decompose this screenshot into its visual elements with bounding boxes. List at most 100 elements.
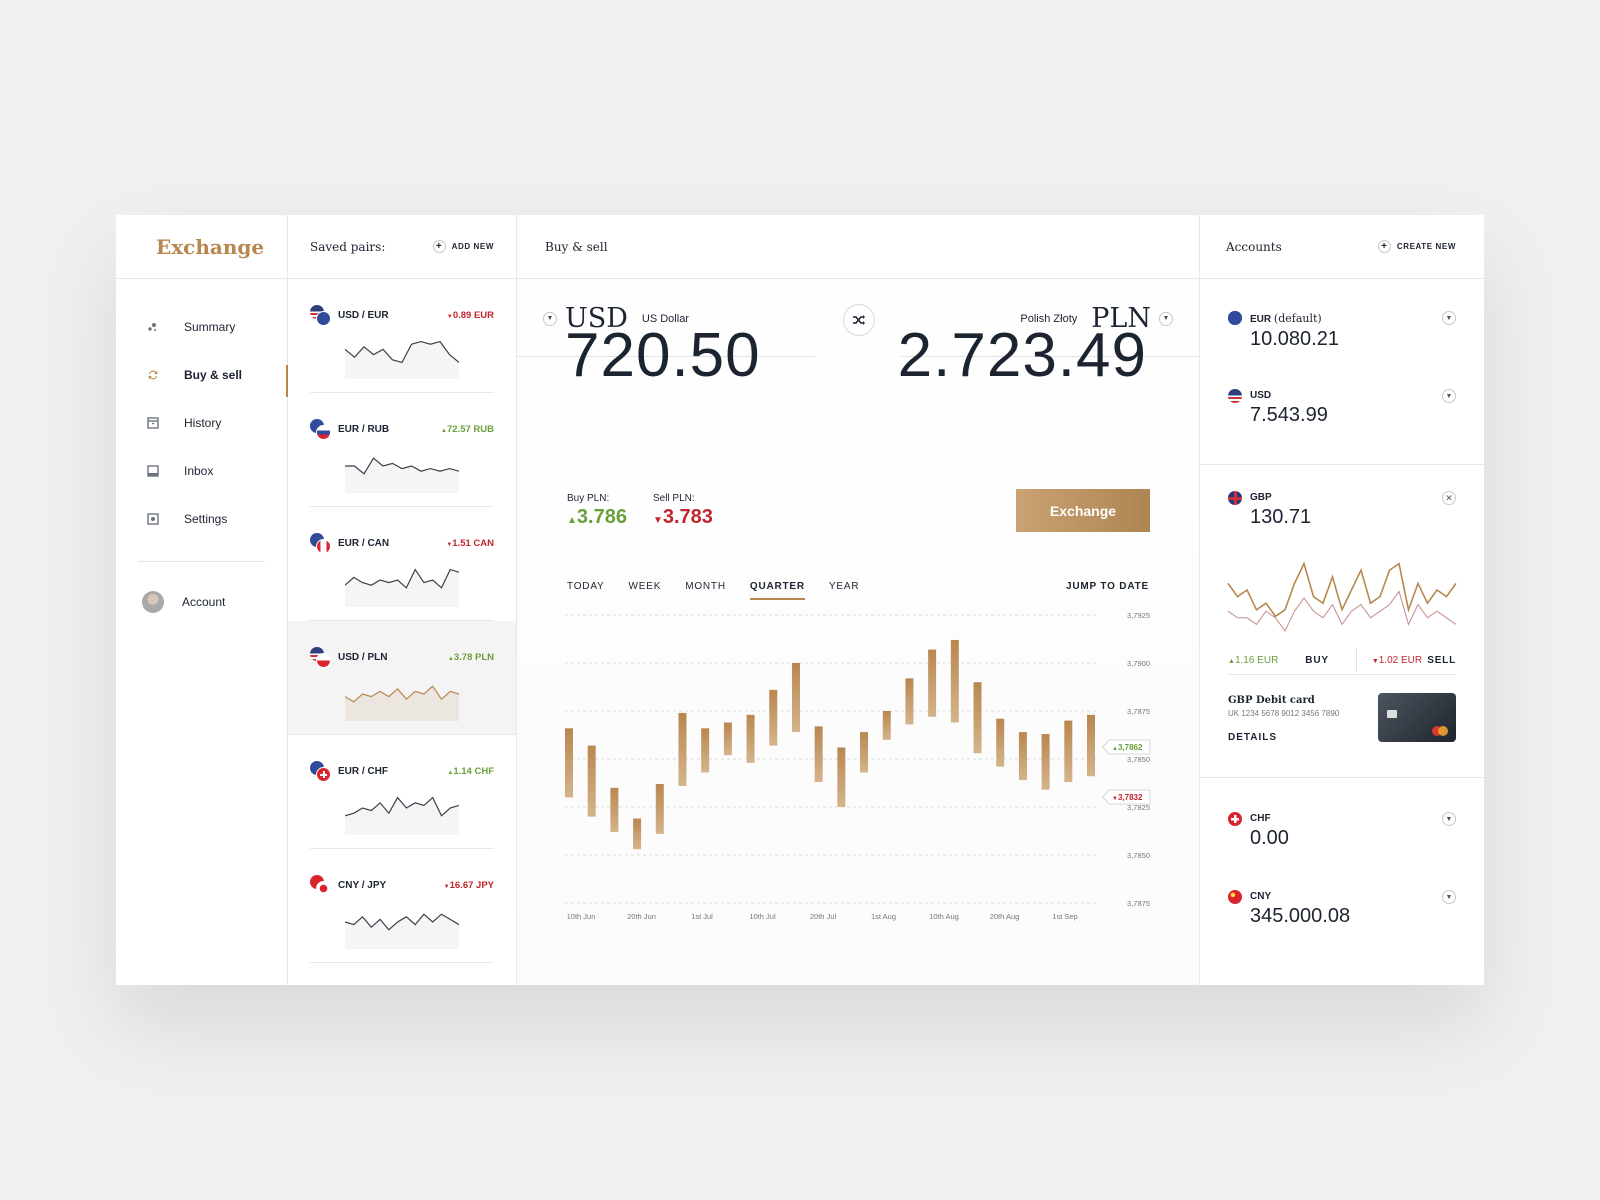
- rate-marker-down: ▼3,7832: [1102, 789, 1151, 805]
- pair-name: EUR / RUB: [310, 419, 389, 440]
- buy-rate-label: Buy PLN:: [567, 493, 610, 504]
- saved-pairs-title: Saved pairs:: [310, 239, 386, 254]
- nav-item-buy-sell[interactable]: Buy & sell: [116, 351, 288, 399]
- chart-bar[interactable]: [565, 728, 573, 798]
- chart-bar[interactable]: [882, 711, 891, 740]
- swap-currencies-button[interactable]: [843, 304, 875, 336]
- saved-pair-item[interactable]: EUR / CAN ▼1.51 CAN: [288, 507, 516, 621]
- chart-bar[interactable]: [587, 745, 596, 817]
- chevron-down-icon[interactable]: ▼: [1442, 890, 1456, 904]
- settings-icon: [146, 512, 160, 526]
- pair-name: USD / PLN: [310, 647, 388, 668]
- account-item-cny[interactable]: CNY 345.000.08 ▼: [1200, 890, 1484, 968]
- account-item-gbp[interactable]: GBP 130.71 ✕: [1200, 491, 1484, 545]
- account-group: CHF 0.00 ▼ CNY 345.000.08 ▼: [1200, 778, 1484, 968]
- chart-bar[interactable]: [928, 649, 937, 717]
- eu-flag-icon: [316, 311, 331, 326]
- panel-title: Buy & sell: [545, 239, 608, 254]
- close-icon[interactable]: ✕: [1442, 491, 1456, 505]
- chevron-down-icon[interactable]: ▼: [1442, 311, 1456, 325]
- chart-bar[interactable]: [905, 678, 914, 725]
- chart-bar[interactable]: [1041, 734, 1050, 790]
- saved-pair-item[interactable]: EUR / CHF ▲1.14 CHF: [288, 735, 516, 849]
- account-item-chf[interactable]: CHF 0.00 ▼: [1200, 812, 1484, 890]
- nav-divider: [138, 561, 265, 562]
- pair-sparkline: [345, 568, 459, 607]
- tab-year[interactable]: YEAR: [829, 581, 859, 600]
- tab-quarter[interactable]: QUARTER: [749, 581, 805, 600]
- chart-bar[interactable]: [837, 747, 846, 807]
- nav-item-inbox[interactable]: Inbox: [116, 447, 287, 495]
- nav-item-summary[interactable]: Summary: [116, 303, 287, 351]
- chevron-down-icon[interactable]: ▼: [1442, 812, 1456, 826]
- gbp-line-primary: [1227, 561, 1457, 618]
- saved-pair-item[interactable]: CNY / JPY ▼16.67 JPY: [288, 849, 516, 963]
- chart-bar[interactable]: [950, 639, 959, 723]
- accounts-title: Accounts: [1226, 239, 1282, 254]
- gbp-buy-button[interactable]: BUY: [1305, 655, 1329, 666]
- mastercard-icon: [1432, 726, 1448, 736]
- swiss-flag-icon: [1228, 812, 1242, 826]
- y-tick-label: 3,7875: [1127, 707, 1150, 716]
- account-item-usd[interactable]: USD 7.543.99 ▼: [1200, 389, 1484, 467]
- pair-sparkline: [345, 685, 459, 721]
- from-amount-input[interactable]: 720.50: [565, 320, 761, 391]
- pair-change: ▼16.67 JPY: [443, 879, 494, 891]
- to-amount-input[interactable]: 2.723.49: [898, 320, 1147, 391]
- account-item-eur[interactable]: EUR (default) 10.080.21 ▼: [1200, 311, 1484, 389]
- russia-flag-icon: [316, 425, 331, 440]
- nav-label: Settings: [184, 512, 228, 526]
- chevron-down-icon[interactable]: ▼: [1442, 389, 1456, 403]
- chart-bar[interactable]: [791, 663, 800, 733]
- pair-change: ▼1.51 CAN: [446, 537, 494, 549]
- add-new-pair-button[interactable]: + ADD NEW: [432, 240, 494, 253]
- saved-pair-item[interactable]: USD / EUR ▼0.89 EUR: [288, 279, 516, 393]
- y-tick-label: 3,7900: [1127, 659, 1150, 668]
- nav-item-settings[interactable]: Settings: [116, 495, 287, 543]
- chart-bar[interactable]: [633, 818, 642, 850]
- pair-flags: [310, 761, 332, 782]
- chart-bar[interactable]: [1087, 714, 1095, 777]
- jump-to-date-button[interactable]: JUMP TO DATE: [1066, 581, 1149, 592]
- chart-bar[interactable]: [1018, 732, 1027, 781]
- tab-week[interactable]: WEEK: [629, 581, 662, 600]
- chart-bar[interactable]: [860, 732, 869, 773]
- buy-rate: Buy PLN: ▲3.786: [567, 493, 627, 529]
- nav-label: Account: [182, 595, 226, 609]
- account-group: EUR (default) 10.080.21 ▼ USD 7.543.99 ▼: [1200, 279, 1484, 465]
- exchange-button[interactable]: Exchange: [1016, 489, 1150, 532]
- chart-bar[interactable]: [996, 718, 1005, 767]
- chart-bar[interactable]: [610, 787, 619, 832]
- rate-chart: 3,79253,79003,78753,78503,78253,78503,78…: [565, 611, 1151, 921]
- y-tick-label: 3,7875: [1127, 899, 1150, 908]
- x-tick-label: 1st Jul: [691, 912, 713, 921]
- saved-pair-item[interactable]: EUR / RUB ▲72.57 RUB: [288, 393, 516, 507]
- pair-change: ▼0.89 EUR: [446, 309, 494, 321]
- tab-month[interactable]: MONTH: [685, 581, 726, 600]
- nav-item-account[interactable]: Account: [116, 578, 287, 626]
- saved-pair-item[interactable]: USD / PLN ▲3.78 PLN: [288, 621, 516, 735]
- gbp-sell-button[interactable]: SELL: [1427, 655, 1456, 666]
- y-tick-label: 3,7850: [1127, 755, 1150, 764]
- sell-rate: Sell PLN: ▼3.783: [653, 493, 713, 529]
- pair-label: USD / PLN: [338, 651, 388, 663]
- chart-bar[interactable]: [814, 726, 823, 783]
- chart-bar[interactable]: [723, 722, 732, 756]
- plus-icon: +: [432, 240, 446, 253]
- pair-name: EUR / CAN: [310, 533, 389, 554]
- chart-bar[interactable]: [701, 728, 710, 773]
- chart-bar[interactable]: [1064, 720, 1073, 783]
- chart-bar[interactable]: [678, 712, 687, 786]
- x-tick-label: 20th Jun: [627, 912, 656, 921]
- inbox-icon: [146, 464, 160, 478]
- chart-bar[interactable]: [973, 682, 982, 754]
- create-account-button[interactable]: + CREATE NEW: [1377, 240, 1456, 253]
- chevron-down-icon[interactable]: ▼: [543, 311, 557, 326]
- chart-bar[interactable]: [746, 714, 755, 763]
- chart-bar[interactable]: [769, 689, 778, 746]
- tab-today[interactable]: TODAY: [567, 581, 605, 600]
- chevron-down-icon[interactable]: ▼: [1159, 311, 1173, 326]
- gbp-buy-change: ▲1.16 EUR: [1228, 654, 1279, 666]
- nav-item-history[interactable]: History: [116, 399, 287, 447]
- chart-bar[interactable]: [655, 783, 664, 834]
